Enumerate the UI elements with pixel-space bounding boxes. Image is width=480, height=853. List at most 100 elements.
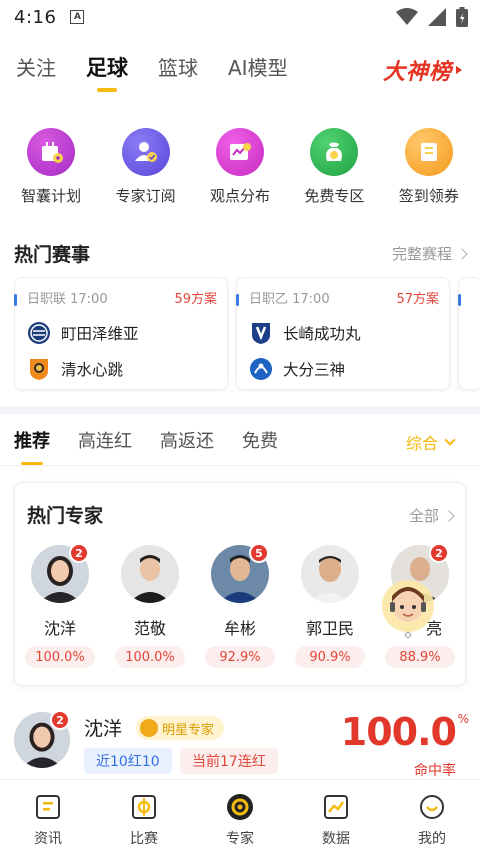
hit-rate: 100.0% [25, 646, 95, 668]
opinion-distribution-icon [215, 128, 264, 176]
tab-basketball[interactable]: 篮球 [158, 50, 198, 86]
hit-rate-number: 100.0 [340, 710, 457, 754]
nav-label: 资讯 [34, 831, 62, 847]
nav-data[interactable]: 数据 [288, 780, 384, 853]
nav-label: 数据 [322, 831, 350, 847]
sort-dropdown[interactable]: 综合 [405, 430, 456, 454]
play-triangle-icon [456, 66, 462, 74]
card-accent [236, 294, 239, 306]
tab-football[interactable]: 足球 [86, 50, 128, 86]
quick-expert-subscribe[interactable]: 专家订阅 [100, 128, 192, 206]
count-badge: 2 [429, 543, 449, 563]
full-schedule-link[interactable]: 完整赛程 [391, 243, 468, 264]
all-label: 全部 [408, 507, 439, 525]
expert-card[interactable]: 2 沈洋 100.0% [15, 543, 105, 668]
quick-think-tank[interactable]: 智囊计划 [5, 128, 97, 206]
nav-experts[interactable]: 专家 [192, 780, 288, 853]
quick-checkin-coupon[interactable]: 签到领券 [383, 128, 475, 206]
star-expert-badge: 明星专家 [136, 716, 225, 740]
hit-rate-label: 命中率 [414, 763, 456, 779]
match-card-partial[interactable] [458, 277, 480, 390]
notification-a-icon: A [70, 10, 85, 24]
tab-high-return[interactable]: 高返还 [160, 427, 214, 453]
quick-entries: 智囊计划 专家订阅 观点分布 免费专区 签到领券 [0, 128, 480, 206]
tab-recommend[interactable]: 推荐 [14, 427, 50, 453]
hit-rate: 100.0% [115, 646, 185, 668]
nav-matches[interactable]: 比赛 [96, 780, 192, 853]
hit-rate-value: 100.0 % [340, 710, 469, 754]
bottom-nav: 资讯 比赛 专家 数据 我的 [0, 779, 480, 853]
free-zone-icon [310, 128, 359, 176]
match-card[interactable]: 日职乙 17:00 57方案 长崎成功丸 大分三神 [236, 277, 450, 390]
dashen-ranking-button[interactable]: 大神榜 [383, 54, 462, 86]
checkin-coupon-icon [404, 128, 453, 176]
sort-label: 综合 [405, 434, 438, 453]
tab-ai-model[interactable]: AI模型 [228, 50, 288, 86]
away-team: 大分三神 [283, 361, 346, 379]
league-time: 日职联 17:00 [27, 292, 108, 307]
quick-label: 观点分布 [209, 187, 270, 205]
full-schedule-label: 完整赛程 [391, 245, 452, 263]
avatar [301, 545, 359, 603]
away-team: 清水心跳 [61, 361, 124, 379]
count-badge: 5 [249, 543, 269, 563]
expert-subscribe-icon [121, 128, 170, 176]
hit-rate: 92.9% [205, 646, 275, 668]
chevron-down-icon [444, 434, 456, 446]
match-cards: 日职联 17:00 59方案 町田泽维亚 清水心跳 日职乙 17:00 57方案 [14, 277, 480, 392]
card-accent [458, 294, 461, 306]
quick-free-zone[interactable]: 免费专区 [288, 128, 380, 206]
expert-name: 郭卫民 [305, 619, 354, 638]
home-team: 长崎成功丸 [283, 325, 361, 343]
expert-card[interactable]: 5 牟彬 92.9% [195, 543, 285, 668]
hot-experts-title: 热门专家 [27, 505, 104, 527]
data-icon [321, 792, 351, 822]
tab-high-streak[interactable]: 高连红 [78, 427, 132, 453]
quick-opinion-distribution[interactable]: 观点分布 [194, 128, 286, 206]
expert-card[interactable]: 郭卫民 90.9% [285, 545, 375, 668]
wifi-icon [396, 8, 418, 25]
hit-rate: 90.9% [295, 646, 365, 668]
all-experts-link[interactable]: 全部 [408, 505, 455, 526]
tab-free[interactable]: 免费 [242, 427, 278, 453]
expert-name: 牟彬 [223, 619, 256, 638]
tab-follow[interactable]: 关注 [16, 50, 56, 86]
match-card[interactable]: 日职联 17:00 59方案 町田泽维亚 清水心跳 [14, 277, 228, 390]
expert-name: 沈洋 [43, 619, 76, 638]
team-logo-icon [27, 321, 51, 345]
battery-icon [456, 7, 468, 27]
recent-record-tag: 近10红10 [84, 748, 172, 774]
quick-label: 免费专区 [304, 187, 365, 205]
section-divider [0, 406, 480, 414]
nav-mine[interactable]: 我的 [384, 780, 480, 853]
app-screen: 4:16 A 关注 足球 篮球 AI模型 大神榜 智囊计划 专家订阅 观点分布 … [0, 0, 480, 853]
quick-label: 智囊计划 [21, 187, 82, 205]
expert-name: 范敬 [133, 619, 166, 638]
quick-label: 专家订阅 [115, 187, 176, 205]
expert-card[interactable]: 范敬 100.0% [105, 545, 195, 668]
home-team: 町田泽维亚 [61, 325, 139, 343]
league-time: 日职乙 17:00 [249, 292, 330, 307]
star-expert-label: 明星专家 [162, 722, 215, 738]
count-badge: 2 [69, 543, 89, 563]
chevron-right-icon [456, 247, 468, 260]
team-logo-icon [249, 357, 273, 381]
chevron-right-icon [443, 509, 455, 522]
nav-label: 专家 [226, 831, 254, 847]
nav-label: 我的 [418, 831, 446, 847]
nav-label: 比赛 [130, 831, 158, 847]
hit-rate: 88.9% [385, 646, 455, 668]
hot-events-title: 热门赛事 [14, 244, 91, 266]
current-streak-tag: 当前17连红 [180, 748, 278, 774]
avatar [121, 545, 179, 603]
floating-assistant-icon[interactable] [380, 576, 436, 638]
status-bar: 4:16 A [0, 0, 480, 34]
team-logo-icon [27, 357, 51, 381]
plan-count: 59方案 [174, 292, 217, 307]
expert-list-item[interactable]: 2 沈洋 明星专家 近10红10 当前17连红 100.0 % 命中率 [0, 704, 480, 784]
signal-icon [428, 8, 446, 26]
team-logo-icon [249, 321, 273, 345]
nav-news[interactable]: 资讯 [0, 780, 96, 853]
profile-icon [417, 792, 447, 822]
card-accent [14, 294, 17, 306]
